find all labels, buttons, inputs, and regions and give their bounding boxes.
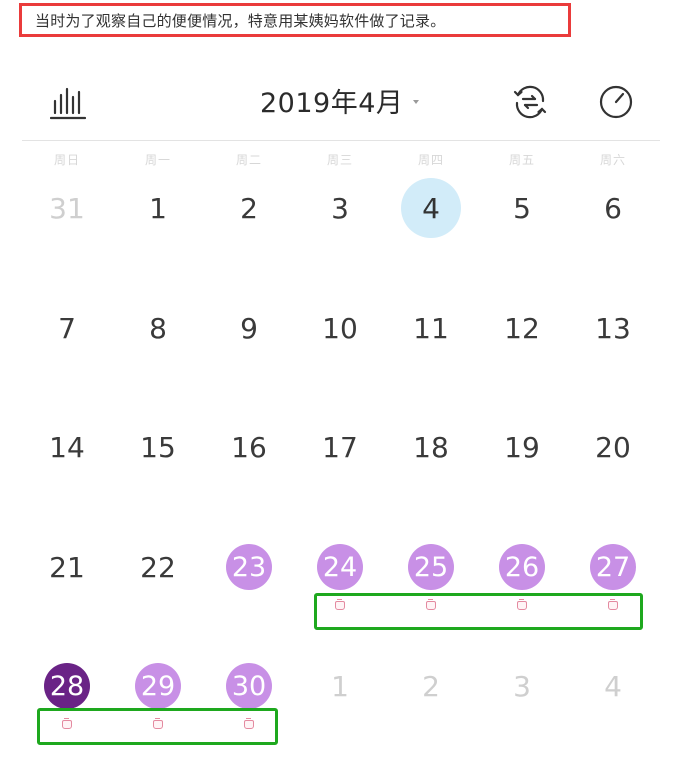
- sync-icon[interactable]: [512, 84, 548, 120]
- weekday-label: 周一: [144, 153, 171, 167]
- weekday-label: 周二: [235, 153, 262, 167]
- record-highlight-box-week5: [37, 708, 278, 745]
- stopwatch-icon[interactable]: [598, 84, 634, 120]
- calendar-day[interactable]: 28: [44, 663, 90, 709]
- calendar-day[interactable]: 30: [226, 663, 272, 709]
- weekday-label: 周四: [417, 153, 444, 167]
- weekday-label: 周五: [508, 153, 535, 167]
- calendar-day[interactable]: 2: [403, 658, 459, 714]
- calendar-day[interactable]: 8: [130, 300, 186, 356]
- header-divider: [22, 140, 660, 141]
- calendar-day[interactable]: 9: [221, 300, 277, 356]
- month-title: 2019年4月: [260, 88, 404, 119]
- stats-bars-icon[interactable]: [49, 86, 87, 120]
- calendar-day[interactable]: 21: [39, 539, 95, 595]
- calendar-day[interactable]: 4: [585, 658, 641, 714]
- calendar-day[interactable]: 4: [401, 178, 461, 238]
- calendar-day[interactable]: 20: [585, 419, 641, 475]
- calendar-day[interactable]: 14: [39, 419, 95, 475]
- month-selector[interactable]: 2019年4月: [260, 81, 420, 120]
- calendar-day[interactable]: 3: [312, 180, 368, 236]
- calendar-day[interactable]: 18: [403, 419, 459, 475]
- calendar-day[interactable]: 10: [312, 300, 368, 356]
- calendar-day[interactable]: 29: [135, 663, 181, 709]
- caption-annotation-box: 当时为了观察自己的便便情况，特意用某姨妈软件做了记录。: [19, 3, 571, 37]
- calendar-day[interactable]: 31: [39, 180, 95, 236]
- weekday-label: 周六: [599, 153, 626, 167]
- calendar-day[interactable]: 26: [499, 544, 545, 590]
- weekday-label: 周日: [53, 153, 80, 167]
- calendar-day[interactable]: 3: [494, 658, 550, 714]
- weekday-label: 周三: [326, 153, 353, 167]
- calendar-day[interactable]: 23: [226, 544, 272, 590]
- calendar-day[interactable]: 5: [494, 180, 550, 236]
- calendar-day[interactable]: 13: [585, 300, 641, 356]
- record-highlight-box-week4: [314, 593, 643, 630]
- calendar-day[interactable]: 1: [312, 658, 368, 714]
- calendar-day[interactable]: 1: [130, 180, 186, 236]
- caption-text: 当时为了观察自己的便便情况，特意用某姨妈软件做了记录。: [35, 12, 446, 30]
- calendar-day[interactable]: 11: [403, 300, 459, 356]
- calendar-day[interactable]: 27: [590, 544, 636, 590]
- calendar-day[interactable]: 15: [130, 419, 186, 475]
- calendar-day[interactable]: 22: [130, 539, 186, 595]
- caret-down-icon: [413, 99, 420, 104]
- calendar-day[interactable]: 19: [494, 419, 550, 475]
- calendar-day[interactable]: 7: [39, 300, 95, 356]
- calendar-day[interactable]: 2: [221, 180, 277, 236]
- calendar-day[interactable]: 16: [221, 419, 277, 475]
- calendar-day[interactable]: 6: [585, 180, 641, 236]
- calendar-day[interactable]: 12: [494, 300, 550, 356]
- calendar-day[interactable]: 24: [317, 544, 363, 590]
- calendar-day[interactable]: 17: [312, 419, 368, 475]
- calendar-day[interactable]: 25: [408, 544, 454, 590]
